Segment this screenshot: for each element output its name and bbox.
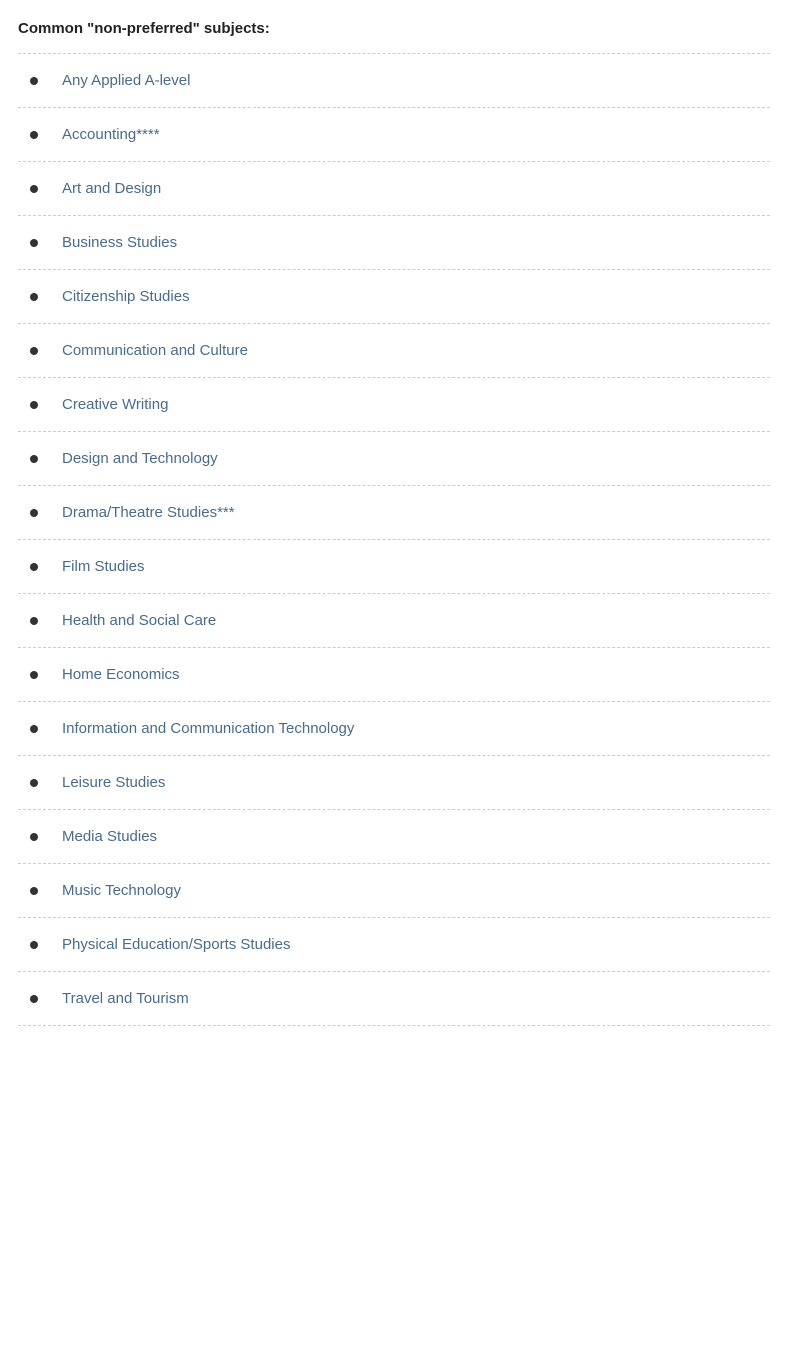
subject-label: Leisure Studies	[62, 774, 165, 791]
list-item: Home Economics	[18, 648, 770, 702]
list-item: Leisure Studies	[18, 756, 770, 810]
list-item: Health and Social Care	[18, 594, 770, 648]
section-heading: Common "non-preferred" subjects:	[18, 20, 770, 37]
list-item: Business Studies	[18, 216, 770, 270]
subject-label: Communication and Culture	[62, 342, 248, 359]
bullet-icon	[30, 779, 38, 787]
list-item: Music Technology	[18, 864, 770, 918]
list-item: Creative Writing	[18, 378, 770, 432]
subject-label: Physical Education/Sports Studies	[62, 936, 290, 953]
list-item: Accounting****	[18, 108, 770, 162]
subject-list: Any Applied A-level Accounting**** Art and…	[18, 53, 770, 1026]
list-item: Design and Technology	[18, 432, 770, 486]
bullet-icon	[30, 185, 38, 193]
bullet-icon	[30, 239, 38, 247]
subject-label: Travel and Tourism	[62, 990, 189, 1007]
subject-label: Design and Technology	[62, 450, 218, 467]
bullet-icon	[30, 77, 38, 85]
subject-label: Creative Writing	[62, 396, 168, 413]
subject-label: Art and Design	[62, 180, 161, 197]
subject-label: Accounting****	[62, 126, 160, 143]
list-item: Information and Communication Technology	[18, 702, 770, 756]
bullet-icon	[30, 941, 38, 949]
subject-label: Drama/Theatre Studies***	[62, 504, 235, 521]
subject-label: Film Studies	[62, 558, 145, 575]
list-item: Physical Education/Sports Studies	[18, 918, 770, 972]
bullet-icon	[30, 455, 38, 463]
subject-label: Information and Communication Technology	[62, 720, 354, 737]
bullet-icon	[30, 617, 38, 625]
subject-label: Business Studies	[62, 234, 177, 251]
list-item: Citizenship Studies	[18, 270, 770, 324]
bullet-icon	[30, 401, 38, 409]
subject-label: Any Applied A-level	[62, 72, 190, 89]
subject-label: Music Technology	[62, 882, 181, 899]
bullet-icon	[30, 725, 38, 733]
bullet-icon	[30, 509, 38, 517]
subject-label: Citizenship Studies	[62, 288, 190, 305]
list-item: Any Applied A-level	[18, 54, 770, 108]
bullet-icon	[30, 887, 38, 895]
bullet-icon	[30, 293, 38, 301]
bullet-icon	[30, 563, 38, 571]
list-item: Travel and Tourism	[18, 972, 770, 1026]
bullet-icon	[30, 671, 38, 679]
subject-label: Health and Social Care	[62, 612, 216, 629]
bullet-icon	[30, 347, 38, 355]
list-item: Communication and Culture	[18, 324, 770, 378]
subject-label: Media Studies	[62, 828, 157, 845]
subject-label: Home Economics	[62, 666, 180, 683]
list-item: Drama/Theatre Studies***	[18, 486, 770, 540]
list-item: Media Studies	[18, 810, 770, 864]
bullet-icon	[30, 131, 38, 139]
list-item: Art and Design	[18, 162, 770, 216]
bullet-icon	[30, 833, 38, 841]
bullet-icon	[30, 995, 38, 1003]
list-item: Film Studies	[18, 540, 770, 594]
